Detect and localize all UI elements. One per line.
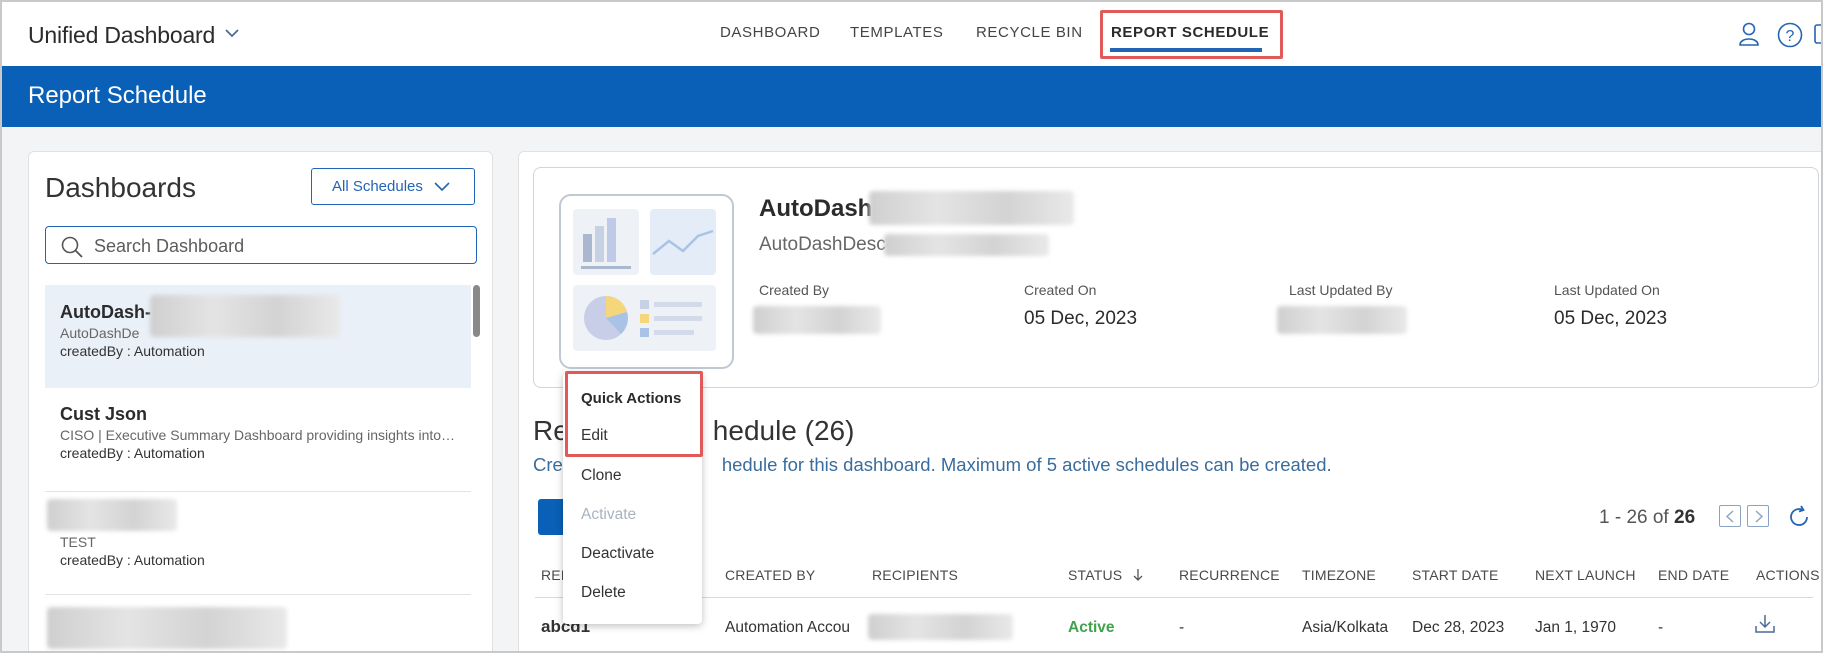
created-on-value: 05 Dec, 2023	[1024, 308, 1138, 329]
pagination-info: 1 - 26 of 26	[1599, 507, 1695, 529]
dashboard-thumbnail	[559, 194, 734, 369]
last-updated-on-value: 05 Dec, 2023	[1554, 308, 1668, 329]
schedule-end-date: -	[1658, 619, 1664, 636]
schedule-start-date: Dec 28, 2023	[1412, 619, 1505, 636]
dashboard-desc: CISO | Executive Summary Dashboard provi…	[60, 427, 456, 443]
list-divider	[45, 594, 471, 595]
chevron-left-icon	[1725, 510, 1734, 523]
list-divider	[45, 491, 471, 492]
redacted-title	[869, 191, 1074, 225]
redacted-item	[47, 607, 287, 649]
dashboard-details-card: AutoDash- AutoDashDesc- Created By Creat…	[533, 167, 1819, 388]
prev-page-button[interactable]	[1719, 505, 1741, 527]
redacted-name	[150, 295, 340, 337]
schedule-filter-label: All Schedules	[332, 178, 423, 195]
search-icon	[61, 236, 83, 258]
schedule-title-right: hedule (26)	[712, 415, 855, 446]
redacted-created-by	[753, 306, 881, 334]
dashboards-title: Dashboards	[45, 172, 196, 203]
created-on-label: Created On	[1024, 282, 1097, 298]
menu-item-deactivate[interactable]: Deactivate	[581, 545, 654, 563]
top-bar: Unified Dashboard DASHBOARD TEMPLATES RE…	[2, 2, 1821, 66]
col-header-recipients[interactable]: RECIPIENTS	[872, 567, 958, 583]
highlight-box-menu	[565, 371, 703, 457]
dashboards-panel: Dashboards All Schedules AutoDash- AutoD…	[28, 151, 493, 651]
download-icon[interactable]	[1754, 614, 1776, 639]
redacted-name	[47, 499, 177, 531]
refresh-icon[interactable]	[1787, 505, 1811, 534]
menu-item-delete[interactable]: Delete	[581, 584, 626, 602]
chevron-right-icon	[1755, 510, 1764, 523]
col-header-end-date[interactable]: END DATE	[1658, 567, 1729, 583]
schedule-next-launch: Jan 1, 1970	[1535, 619, 1617, 636]
col-header-timezone[interactable]: TIMEZONE	[1302, 567, 1376, 583]
nav-dashboard[interactable]: DASHBOARD	[720, 24, 820, 41]
app-window: Unified Dashboard DASHBOARD TEMPLATES RE…	[0, 0, 1823, 653]
last-updated-by-label: Last Updated By	[1289, 282, 1393, 298]
redacted-desc	[884, 234, 1049, 256]
col-header-next-launch[interactable]: NEXT LAUNCH	[1535, 567, 1636, 583]
dashboard-created-by: createdBy : Automation	[60, 552, 205, 568]
search-input[interactable]	[94, 234, 464, 258]
schedule-filter-dropdown[interactable]: All Schedules	[311, 168, 475, 205]
dashboard-created-by: createdBy : Automation	[60, 343, 205, 359]
status-badge: Active	[1068, 619, 1115, 636]
schedule-sub-right: hedule for this dashboard. Maximum of 5 …	[721, 454, 1332, 475]
col-header-status[interactable]: STATUS	[1068, 567, 1144, 583]
schedule-recurrence: -	[1179, 619, 1185, 636]
dashboard-list-item[interactable]: TEST createdBy : Automation	[45, 534, 471, 594]
menu-item-activate[interactable]: Activate	[581, 506, 636, 524]
table-header-divider	[535, 597, 1813, 598]
col-header-actions: ACTIONS	[1756, 567, 1820, 583]
status-header-label: STATUS	[1068, 567, 1123, 583]
app-title[interactable]: Unified Dashboard	[28, 22, 215, 49]
schedule-created-by: Automation Accou	[725, 619, 850, 636]
redacted-recipients	[868, 614, 1013, 640]
schedule-timezone: Asia/Kolkata	[1302, 619, 1389, 636]
highlight-box-tab	[1100, 10, 1283, 59]
col-header-recurrence[interactable]: RECURRENCE	[1179, 567, 1280, 583]
dashboard-description: AutoDashDesc-	[759, 234, 893, 255]
search-box	[45, 226, 477, 264]
pagination-total: 26	[1674, 507, 1696, 528]
menu-item-clone[interactable]: Clone	[581, 467, 622, 485]
dashboard-title: AutoDash-	[759, 195, 881, 222]
pagination-range: 1 - 26 of	[1599, 507, 1669, 528]
nav-recycle-bin[interactable]: RECYCLE BIN	[976, 24, 1083, 41]
svg-text:?: ?	[1786, 28, 1795, 45]
dashboard-list-item[interactable]: Cust Json CISO | Executive Summary Dashb…	[45, 404, 471, 484]
notification-icon[interactable]	[1814, 22, 1821, 51]
nav-templates[interactable]: TEMPLATES	[850, 24, 943, 41]
last-updated-on-label: Last Updated On	[1554, 282, 1660, 298]
redacted-updated-by	[1277, 306, 1407, 334]
help-icon[interactable]: ?	[1777, 22, 1803, 53]
created-by-label: Created By	[759, 282, 830, 298]
dashboard-name: Cust Json	[60, 404, 148, 424]
scrollbar-thumb[interactable]	[473, 285, 480, 337]
page-banner: Report Schedule	[2, 66, 1821, 127]
col-header-created-by[interactable]: CREATED BY	[725, 567, 815, 583]
user-icon[interactable]	[1738, 22, 1760, 51]
col-header-start-date[interactable]: START DATE	[1412, 567, 1499, 583]
dashboard-created-by: createdBy : Automation	[60, 445, 205, 461]
dashboard-preview-icon	[573, 209, 716, 351]
next-page-button[interactable]	[1747, 505, 1769, 527]
page-title: Report Schedule	[28, 82, 207, 109]
chevron-down-icon	[434, 182, 450, 192]
schedule-sub-left: Cre	[533, 454, 563, 475]
sort-down-icon	[1133, 569, 1143, 581]
chevron-down-icon[interactable]	[224, 26, 240, 44]
dashboard-desc: TEST	[60, 534, 96, 550]
